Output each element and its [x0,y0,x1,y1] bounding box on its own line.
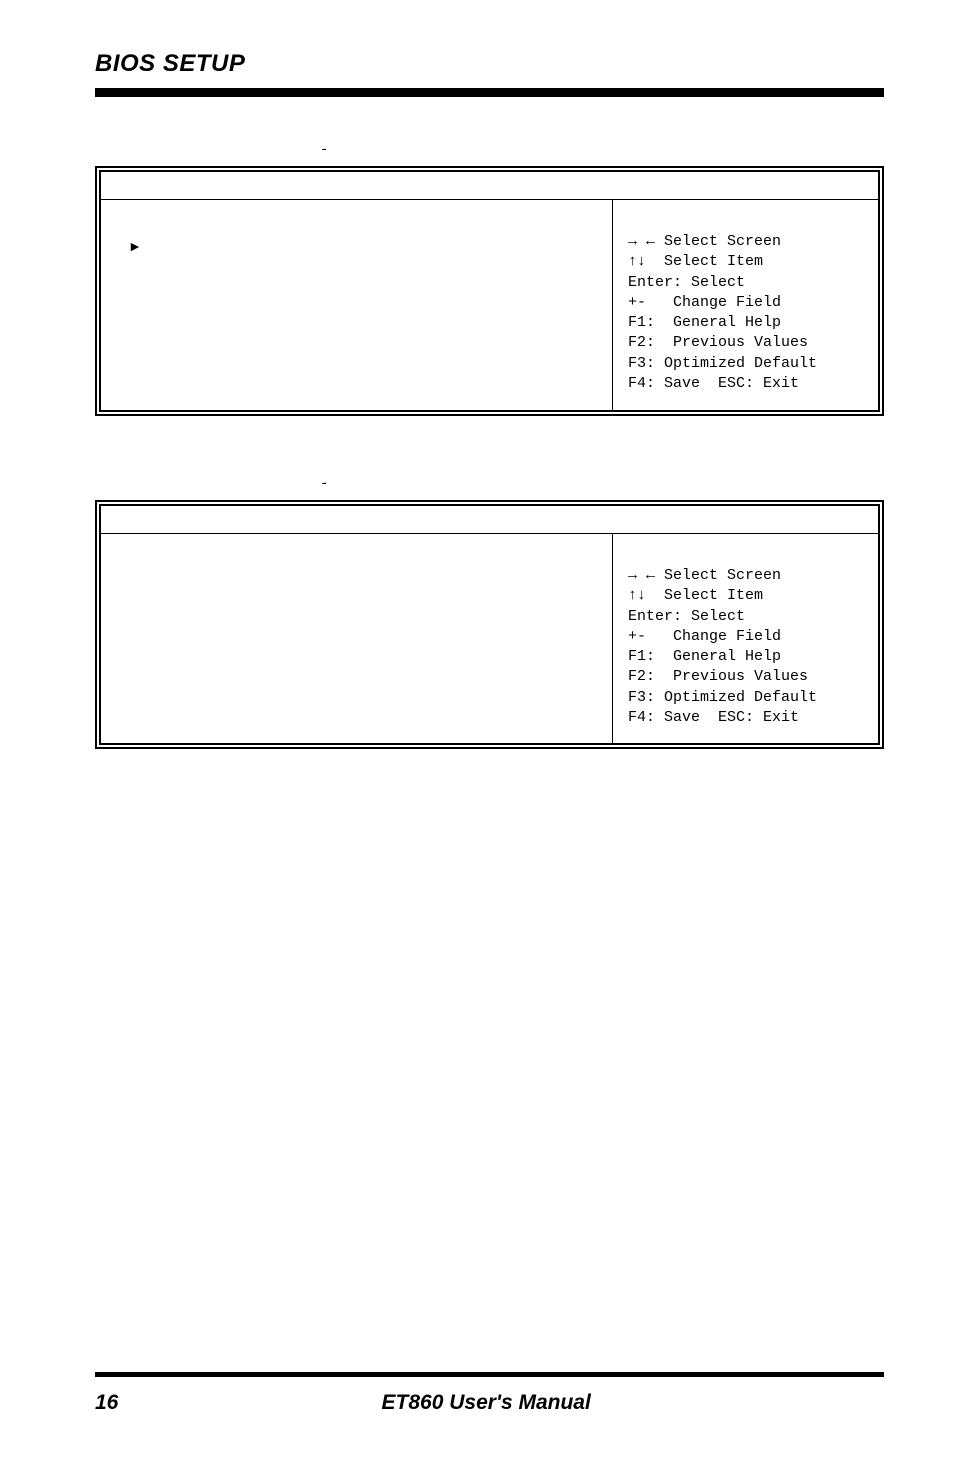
submenu-indicator-icon: ► [128,238,597,254]
help-line: → ← Select Screen [628,232,863,252]
header-rule [95,88,884,97]
bios-header-row [101,506,878,534]
help-line: F3: Optimized Default [628,688,863,708]
bios-left-pane: ► [101,200,613,410]
help-line: F4: Save ESC: Exit [628,708,863,728]
bios-header-row [101,172,878,200]
help-line: F2: Previous Values [628,333,863,353]
hyphen: - [320,476,884,492]
help-line: → ← Select Screen [628,566,863,586]
bios-help-pane: → ← Select Screen ↑↓ Select Item Enter: … [613,534,878,743]
bios-left-pane [101,534,613,743]
help-line: ↑↓ Select Item [628,586,863,606]
help-line: F2: Previous Values [628,667,863,687]
bios-help-pane: → ← Select Screen ↑↓ Select Item Enter: … [613,200,878,410]
help-line: Enter: Select [628,273,863,293]
help-line: Enter: Select [628,607,863,627]
footer-spacer [854,1391,884,1415]
help-line: F1: General Help [628,313,863,333]
page-title: BIOS SETUP [95,50,884,78]
bios-panel-1: ► → ← Select Screen ↑↓ Select Item Enter… [95,166,884,416]
help-line: +- Change Field [628,627,863,647]
help-line: F4: Save ESC: Exit [628,374,863,394]
help-line: F1: General Help [628,647,863,667]
hyphen: - [320,142,884,158]
help-line: +- Change Field [628,293,863,313]
manual-title: ET860 User's Manual [118,1391,854,1415]
help-line: ↑↓ Select Item [628,252,863,272]
page-footer: 16 ET860 User's Manual [0,1372,954,1415]
bios-panel-2: → ← Select Screen ↑↓ Select Item Enter: … [95,500,884,749]
help-line: F3: Optimized Default [628,354,863,374]
footer-rule [95,1372,884,1377]
page-number: 16 [95,1391,118,1415]
